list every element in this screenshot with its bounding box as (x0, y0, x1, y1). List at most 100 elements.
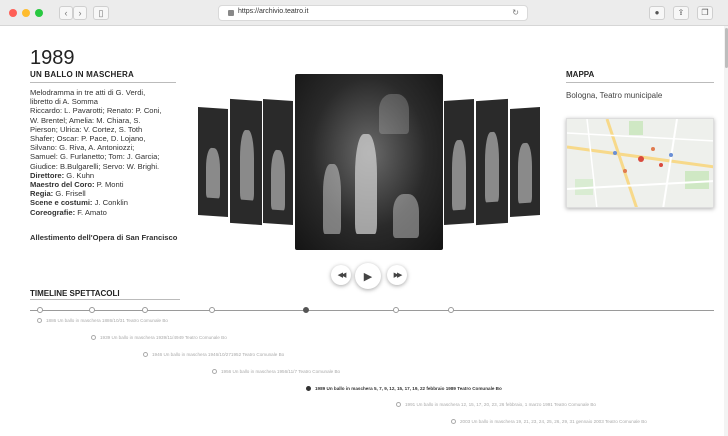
detail-label: Scene e costumi: (30, 198, 93, 208)
timeline-entry[interactable]: 1946 Un ballo in maschera 1946/10/271952… (143, 352, 284, 357)
reload-icon[interactable]: ↻ (512, 8, 519, 17)
detail-text: Shafer; Oscar: P. Pace, D. Lojano, (30, 134, 146, 144)
title-divider (30, 82, 176, 83)
timeline-node[interactable] (303, 307, 309, 313)
browser-toolbar: ‹ › ▯ https://archivio.teatro.it ↻ ● ⇪ ❐ (0, 0, 728, 26)
timeline-axis (30, 310, 714, 311)
timeline-entry[interactable]: 1956 Un ballo in maschera 1956/11/7 Teat… (212, 369, 340, 374)
timeline-node[interactable] (37, 307, 43, 313)
opera-title: UN BALLO IN MASCHERA (30, 70, 134, 79)
timeline-node[interactable] (209, 307, 215, 313)
venue-location: Bologna, Teatro municipale (566, 91, 663, 100)
detail-line: Maestro del Coro: P. Monti (30, 180, 180, 189)
detail-line: Pierson; Ulrica: V. Cortez, S. Toth (30, 125, 180, 134)
detail-text: W. Brentel; Amelia: M. Chiara, S. (30, 115, 141, 125)
detail-label: Direttore: (30, 170, 65, 180)
production-credit: Allestimento dell'Opera di San Francisco (30, 233, 178, 242)
timeline-entry-text: 1939 Un ballo in maschera 1939/11/4949 T… (100, 335, 227, 340)
detail-label: Coreografie: (30, 207, 76, 217)
back-button[interactable]: ‹ (59, 6, 73, 20)
timeline-node[interactable] (142, 307, 148, 313)
detail-text: Samuel: G. Furlanetto; Tom: J. Garcia; (30, 152, 160, 162)
detail-text: libretto di A. Somma (30, 97, 98, 107)
map-heading: MAPPA (566, 70, 595, 79)
timeline-bullet-icon (143, 352, 148, 357)
carousel-thumb[interactable] (510, 106, 540, 218)
carousel-thumb[interactable] (263, 98, 293, 226)
timeline-entry-text: 1991 Un ballo in maschera 12, 15, 17, 20… (405, 402, 596, 407)
timeline-bullet-icon (212, 369, 217, 374)
close-window-button[interactable] (9, 9, 17, 17)
detail-line: libretto di A. Somma (30, 97, 180, 106)
forward-button[interactable]: › (73, 6, 87, 20)
timeline-divider (30, 299, 180, 300)
production-details: Melodramma in tre atti di G. Verdi, libre… (30, 88, 180, 217)
detail-line: Shafer; Oscar: P. Pace, D. Lojano, (30, 134, 180, 143)
detail-line: Melodramma in tre atti di G. Verdi, (30, 88, 180, 97)
performance-year: 1989 (30, 47, 75, 69)
detail-text: Silvano: G. Riva, A. Antoniozzi; (30, 143, 135, 153)
detail-text: Melodramma in tre atti di G. Verdi, (30, 88, 146, 97)
rewind-icon: ◀◀ (337, 272, 347, 279)
timeline-entry[interactable]: 1991 Un ballo in maschera 12, 15, 17, 20… (396, 402, 596, 407)
scrollbar-track[interactable] (724, 26, 728, 436)
timeline-entry[interactable]: 1939 Un ballo in maschera 1939/11/4949 T… (91, 335, 227, 340)
location-map[interactable] (566, 118, 714, 208)
timeline-bullet-icon (37, 318, 42, 323)
timeline-entry[interactable]: 2003 Un ballo in maschera 19, 21, 23, 24… (451, 419, 647, 424)
detail-text: Pierson; Ulrica: V. Cortez, S. Toth (30, 124, 143, 134)
timeline-bullet-icon (396, 402, 401, 407)
detail-text: J. Conklin (92, 198, 128, 208)
detail-label: Maestro del Coro: (30, 180, 95, 190)
minimize-window-button[interactable] (22, 9, 30, 17)
carousel-thumb[interactable] (444, 98, 474, 226)
timeline-bullet-icon (306, 386, 311, 391)
detail-text: Giudice: B.Bulgarelli; Servo: W. Brighi. (30, 161, 160, 171)
carousel-thumb[interactable] (198, 106, 228, 218)
map-graphic (567, 119, 713, 207)
window-controls (9, 9, 43, 17)
timeline-entry-text: 1946 Un ballo in maschera 1946/10/271952… (152, 352, 285, 357)
play-button[interactable]: ▶ (355, 263, 381, 289)
detail-line: Samuel: G. Furlanetto; Tom: J. Garcia; (30, 152, 180, 161)
detail-text: Riccardo: L. Pavarotti; Renato: P. Coni, (30, 106, 162, 116)
share-button[interactable]: ⇪ (673, 6, 689, 20)
lock-icon (228, 10, 234, 16)
detail-text: G. Kuhn (64, 170, 95, 180)
detail-line: W. Brentel; Amelia: M. Chiara, S. (30, 116, 180, 125)
address-bar[interactable]: https://archivio.teatro.it ↻ (218, 5, 528, 21)
detail-line: Coreografie: F. Amato (30, 208, 180, 217)
next-button[interactable]: ▶▶ (387, 265, 407, 285)
carousel-thumb[interactable] (230, 98, 262, 226)
previous-button[interactable]: ◀◀ (331, 265, 351, 285)
carousel-main-photo[interactable] (295, 74, 443, 250)
detail-line: Direttore: G. Kuhn (30, 171, 180, 180)
sidebar-toggle-button[interactable]: ▯ (93, 6, 109, 20)
timeline-entry[interactable]: 1886 Un ballo in maschera 1886/10/31 Tea… (37, 318, 168, 323)
timeline-entry-text: 1956 Un ballo in maschera 1956/11/7 Teat… (221, 369, 341, 374)
detail-line: Regia: G. Frisell (30, 189, 180, 198)
timeline-node[interactable] (393, 307, 399, 313)
url-text: https://archivio.teatro.it (238, 8, 309, 15)
timeline-node[interactable] (89, 307, 95, 313)
timeline-entry-text: 2003 Un ballo in maschera 19, 21, 23, 24… (460, 419, 647, 424)
downloads-button[interactable]: ● (649, 6, 665, 20)
tabs-button[interactable]: ❐ (697, 6, 713, 20)
timeline-entry-text: 1989 Un ballo in maschera 5, 7, 9, 12, 1… (315, 386, 502, 391)
carousel-thumb[interactable] (476, 98, 508, 226)
detail-line: Giudice: B.Bulgarelli; Servo: W. Brighi. (30, 162, 180, 171)
fast-forward-icon: ▶▶ (393, 272, 403, 279)
maximize-window-button[interactable] (35, 9, 43, 17)
timeline-heading: TIMELINE SPETTACOLI (30, 289, 120, 298)
map-divider (566, 82, 714, 83)
timeline-entry-text: 1886 Un ballo in maschera 1886/10/31 Tea… (46, 318, 168, 323)
detail-text: F. Amato (75, 207, 107, 217)
timeline-bullet-icon (451, 419, 456, 424)
timeline-node[interactable] (448, 307, 454, 313)
detail-line: Silvano: G. Riva, A. Antoniozzi; (30, 143, 180, 152)
detail-text: G. Frisell (53, 189, 86, 199)
detail-label: Regia: (30, 189, 54, 199)
play-icon: ▶ (363, 270, 373, 283)
detail-line: Scene e costumi: J. Conklin (30, 198, 180, 207)
timeline-entry[interactable]: 1989 Un ballo in maschera 5, 7, 9, 12, 1… (306, 386, 502, 391)
